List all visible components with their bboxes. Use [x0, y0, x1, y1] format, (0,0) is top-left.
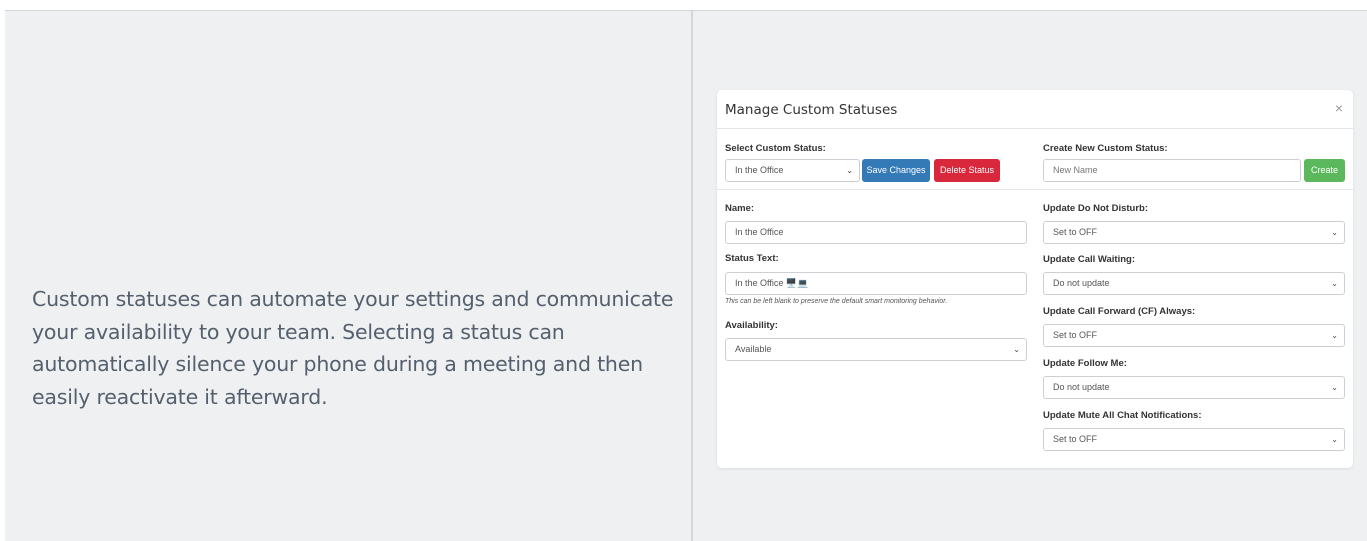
mute-chat-value: Set to OFF	[1053, 434, 1098, 444]
dnd-value: Set to OFF	[1053, 227, 1098, 237]
status-text-label: Status Text:	[725, 253, 779, 264]
modal-title: Manage Custom Statuses	[725, 102, 898, 118]
chevron-down-icon: ⌄	[1331, 435, 1338, 444]
follow-me-label: Update Follow Me:	[1043, 358, 1127, 369]
chevron-down-icon: ⌄	[1331, 331, 1338, 340]
call-waiting-label: Update Call Waiting:	[1043, 254, 1136, 265]
left-panel	[5, 10, 691, 541]
mute-chat-label: Update Mute All Chat Notifications:	[1043, 410, 1202, 421]
chevron-down-icon: ⌄	[1013, 345, 1020, 354]
availability-value: Available	[735, 344, 772, 354]
name-input[interactable]: In the Office	[725, 221, 1027, 244]
intro-text: Custom statuses can automate your settin…	[32, 287, 674, 409]
chevron-down-icon: ⌄	[846, 166, 853, 175]
name-label: Name:	[725, 203, 755, 214]
call-forward-dropdown[interactable]: Set to OFF ⌄	[1043, 324, 1345, 347]
close-icon[interactable]: ×	[1335, 100, 1343, 116]
chevron-down-icon: ⌄	[1331, 228, 1338, 237]
create-status-label: Create New Custom Status:	[1043, 143, 1168, 154]
chevron-down-icon: ⌄	[1331, 383, 1338, 392]
availability-dropdown[interactable]: Available ⌄	[725, 338, 1027, 361]
select-status-dropdown[interactable]: In the Office ⌄	[725, 159, 860, 182]
dnd-dropdown[interactable]: Set to OFF ⌄	[1043, 221, 1345, 244]
save-changes-button[interactable]: Save Changes	[862, 159, 930, 182]
dnd-label: Update Do Not Disturb:	[1043, 203, 1149, 214]
chevron-down-icon: ⌄	[1331, 279, 1338, 288]
status-text-input[interactable]: In the Office 🖥️💻	[725, 272, 1027, 295]
call-waiting-dropdown[interactable]: Do not update ⌄	[1043, 272, 1345, 295]
mute-chat-dropdown[interactable]: Set to OFF ⌄	[1043, 428, 1345, 451]
manage-custom-statuses-modal: Manage Custom Statuses × Select Custom S…	[717, 90, 1353, 468]
create-button[interactable]: Create	[1304, 159, 1345, 182]
modal-header: Manage Custom Statuses ×	[717, 90, 1353, 129]
follow-me-value: Do not update	[1053, 382, 1110, 392]
availability-label: Availability:	[725, 320, 778, 331]
status-selection-section: Select Custom Status: In the Office ⌄ Sa…	[717, 129, 1353, 190]
call-waiting-value: Do not update	[1053, 278, 1110, 288]
call-forward-label: Update Call Forward (CF) Always:	[1043, 306, 1196, 317]
call-forward-value: Set to OFF	[1053, 330, 1098, 340]
select-status-label: Select Custom Status:	[725, 143, 826, 154]
delete-status-button[interactable]: Delete Status	[934, 159, 1000, 182]
follow-me-dropdown[interactable]: Do not update ⌄	[1043, 376, 1345, 399]
status-text-hint: This can be left blank to preserve the d…	[725, 298, 948, 305]
new-status-name-input[interactable]: New Name	[1043, 159, 1301, 182]
select-status-value: In the Office	[735, 165, 784, 175]
